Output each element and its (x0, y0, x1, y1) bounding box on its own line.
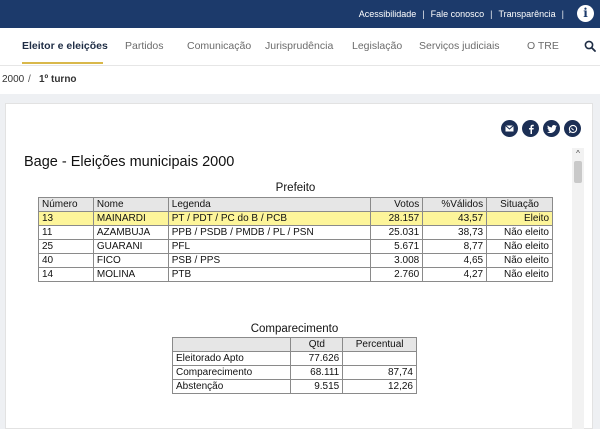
email-share-button[interactable] (501, 120, 518, 137)
scroll-up-icon[interactable]: ^ (574, 150, 582, 158)
cell-legenda: PPB / PSDB / PMDB / PL / PSN (167, 225, 372, 240)
cell-situacao: Não eleito (486, 253, 553, 268)
table-row: Abstenção 9.515 12,26 (171, 379, 417, 394)
column-header-validos: %Válidos (422, 197, 488, 212)
cell-votos: 25.031 (370, 225, 424, 240)
cell-votos: 2.760 (370, 267, 424, 282)
cell-numero: 11 (38, 225, 94, 240)
column-header-nome: Nome (92, 197, 169, 212)
twitter-share-button[interactable] (543, 120, 560, 137)
nav-item-jurisprudencia[interactable]: Jurisprudência (265, 40, 333, 52)
search-icon[interactable] (584, 40, 596, 52)
table-row: 14 MOLINA PTB 2.760 4,27 Não eleito (38, 267, 553, 282)
table-row: Comparecimento 68.111 87,74 (171, 365, 417, 380)
breadcrumb: 2000 / 1º turno (0, 66, 600, 94)
utility-links: Acessibilidade | Fale conosco | Transpar… (359, 9, 570, 19)
cell-nome: MOLINA (92, 267, 169, 282)
column-header-votos: Votos (370, 197, 424, 212)
cell-pct: 87,74 (342, 365, 417, 380)
cell-qtd: 77.626 (290, 351, 344, 366)
nav-item-servicos-judiciais[interactable]: Serviços judiciais (419, 40, 500, 52)
facebook-icon (528, 124, 534, 134)
facebook-share-button[interactable] (522, 120, 539, 137)
cell-numero: 14 (38, 267, 94, 282)
table-row: 40 FICO PSB / PPS 3.008 4,65 Não eleito (38, 253, 553, 268)
cell-validos: 38,73 (422, 225, 488, 240)
cell-votos: 5.671 (370, 239, 424, 254)
table-header-row: Número Nome Legenda Votos %Válidos Situa… (38, 197, 553, 212)
report-title: Bage - Eleições municipais 2000 (24, 154, 235, 170)
cell-situacao: Não eleito (486, 267, 553, 282)
separator: | (490, 9, 493, 19)
contact-link[interactable]: Fale conosco (431, 9, 485, 19)
cell-nome: MAINARDI (92, 211, 169, 226)
cell-legenda: PFL (167, 239, 372, 254)
nav-item-eleitor-e-eleicoes[interactable]: Eleitor e eleições (22, 40, 108, 52)
cell-numero: 25 (38, 239, 94, 254)
transparency-link[interactable]: Transparência (498, 9, 555, 19)
report-scrollbar[interactable]: ^ (572, 148, 584, 429)
cell-label: Comparecimento (171, 365, 292, 380)
cell-pct: 12,26 (342, 379, 417, 394)
prefeito-results-table: Número Nome Legenda Votos %Válidos Situa… (38, 197, 553, 282)
cell-situacao: Não eleito (486, 239, 553, 254)
cell-label: Abstenção (171, 379, 292, 394)
breadcrumb-separator: / (28, 74, 31, 85)
cell-label: Eleitorado Apto (171, 351, 292, 366)
cell-nome: GUARANI (92, 239, 169, 254)
table-row: Eleitorado Apto 77.626 (171, 351, 417, 366)
twitter-icon (546, 124, 557, 133)
breadcrumb-item-year[interactable]: 2000 (2, 74, 24, 85)
nav-item-legislacao[interactable]: Legislação (352, 40, 402, 52)
breadcrumb-item-current: 1º turno (39, 74, 77, 85)
cell-nome: AZAMBUJA (92, 225, 169, 240)
info-icon[interactable]: i (577, 5, 594, 22)
column-header-qtd: Qtd (290, 337, 344, 352)
active-tab-underline (22, 62, 103, 64)
cell-votos: 28.157 (370, 211, 424, 226)
comparecimento-caption: Comparecimento (250, 323, 339, 335)
cell-votos: 3.008 (370, 253, 424, 268)
column-header-numero: Número (38, 197, 94, 212)
cell-validos: 4,27 (422, 267, 488, 282)
cell-pct (342, 351, 417, 366)
whatsapp-share-button[interactable] (564, 120, 581, 137)
nav-item-o-tre[interactable]: O TRE (527, 40, 559, 52)
table-row: 13 MAINARDI PT / PDT / PC do B / PCB 28.… (38, 211, 553, 226)
nav-item-comunicacao[interactable]: Comunicação (187, 40, 251, 52)
cell-qtd: 9.515 (290, 379, 344, 394)
main-nav: Eleitor e eleições Partidos Comunicação … (0, 28, 600, 66)
cell-legenda: PT / PDT / PC do B / PCB (167, 211, 372, 226)
scrollbar-thumb[interactable] (574, 161, 582, 183)
cell-validos: 43,57 (422, 211, 488, 226)
nav-item-partidos[interactable]: Partidos (125, 40, 164, 52)
cell-numero: 40 (38, 253, 94, 268)
column-header-percentual: Percentual (342, 337, 417, 352)
cell-situacao: Não eleito (486, 225, 553, 240)
cell-situacao: Eleito (486, 211, 553, 226)
prefeito-caption: Prefeito (275, 182, 316, 194)
email-icon (505, 125, 514, 132)
cell-legenda: PSB / PPS (167, 253, 372, 268)
comparecimento-table: Qtd Percentual Eleitorado Apto 77.626 Co… (171, 337, 417, 394)
cell-qtd: 68.111 (290, 365, 344, 380)
top-utility-bar: Acessibilidade | Fale conosco | Transpar… (0, 0, 600, 28)
separator: | (422, 9, 425, 19)
cell-legenda: PTB (167, 267, 372, 282)
column-header-legenda: Legenda (167, 197, 372, 212)
table-header-row: Qtd Percentual (171, 337, 417, 352)
cell-nome: FICO (92, 253, 169, 268)
separator: | (561, 9, 564, 19)
cell-validos: 8,77 (422, 239, 488, 254)
cell-validos: 4,65 (422, 253, 488, 268)
cell-numero: 13 (38, 211, 94, 226)
accessibility-link[interactable]: Acessibilidade (359, 9, 417, 19)
whatsapp-icon (568, 124, 577, 133)
table-row: 11 AZAMBUJA PPB / PSDB / PMDB / PL / PSN… (38, 225, 553, 240)
column-header-blank (171, 337, 292, 352)
table-row: 25 GUARANI PFL 5.671 8,77 Não eleito (38, 239, 553, 254)
column-header-situacao: Situação (486, 197, 553, 212)
